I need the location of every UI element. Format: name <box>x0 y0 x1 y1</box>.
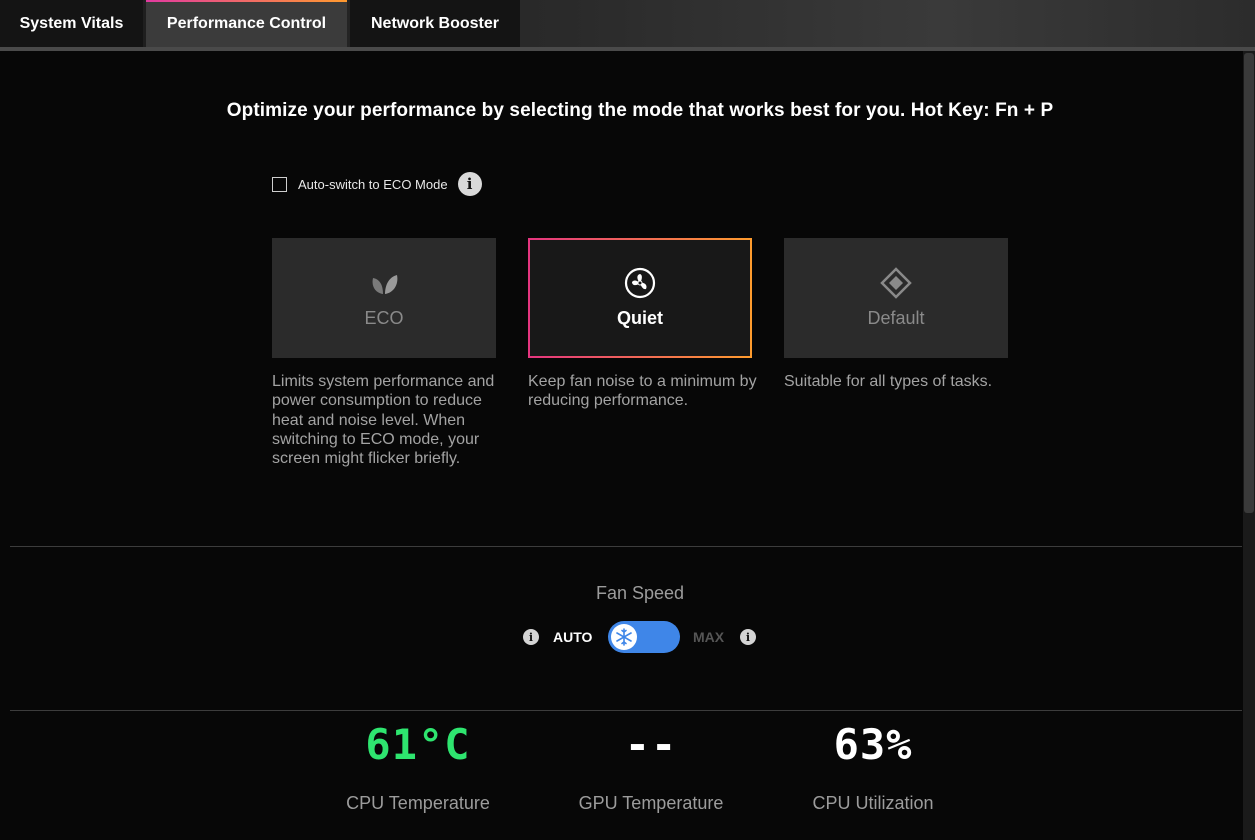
mode-quiet-description: Keep fan noise to a minimum by reducing … <box>528 373 757 410</box>
mode-default-label: Default <box>867 308 925 328</box>
fan-auto-label: AUTO <box>553 629 593 645</box>
auto-switch-eco-label[interactable]: Auto-switch to ECO Mode <box>298 177 448 192</box>
info-icon[interactable]: i <box>457 172 482 196</box>
info-icon[interactable]: i <box>740 629 756 645</box>
info-icon[interactable]: i <box>523 629 539 645</box>
auto-switch-eco-checkbox[interactable] <box>272 176 287 192</box>
fan-icon <box>624 267 656 299</box>
page-instructions: Optimize your performance by selecting t… <box>226 100 1054 121</box>
leaf-icon <box>372 275 398 295</box>
fan-speed-toggle[interactable] <box>608 621 680 653</box>
tab-system-vitals[interactable]: System Vitals <box>0 0 143 47</box>
tab-performance-control[interactable]: Performance Control <box>146 0 347 47</box>
section-divider <box>10 710 1242 711</box>
mode-default-button[interactable]: Default <box>784 238 1008 358</box>
snowflake-icon <box>616 628 632 646</box>
auto-switch-row: Auto-switch to ECO Mode i <box>272 172 482 196</box>
cpu-temperature-value: 61°C <box>365 720 471 769</box>
gpu-temperature-label: GPU Temperature <box>578 793 724 813</box>
section-divider <box>10 546 1242 547</box>
fan-max-label: MAX <box>693 629 725 645</box>
app-window: System Vitals Performance Control Networ… <box>0 0 1255 840</box>
mode-eco-label: ECO <box>364 308 404 328</box>
gpu-temperature-value: -- <box>624 720 678 769</box>
cpu-utilization-value: 63% <box>833 720 913 769</box>
mode-eco-description: Limits system performance and power cons… <box>272 373 495 468</box>
mode-quiet-label: Quiet <box>616 308 663 328</box>
mode-quiet-button[interactable]: Quiet <box>528 238 752 358</box>
cpu-temperature-label: CPU Temperature <box>346 793 490 813</box>
diamond-icon <box>880 267 912 299</box>
cpu-utilization-label: CPU Utilization <box>812 793 934 813</box>
toggle-knob <box>611 624 637 650</box>
fan-speed-row: i AUTO MAX i <box>0 620 1255 654</box>
tab-bar-underline <box>0 47 1255 51</box>
mode-eco-button[interactable]: ECO <box>272 238 496 358</box>
fan-speed-title: Fan Speed <box>595 583 685 603</box>
scrollbar-thumb[interactable] <box>1244 53 1254 513</box>
mode-default-description: Suitable for all types of tasks. <box>784 373 993 390</box>
tab-network-booster[interactable]: Network Booster <box>350 0 520 47</box>
